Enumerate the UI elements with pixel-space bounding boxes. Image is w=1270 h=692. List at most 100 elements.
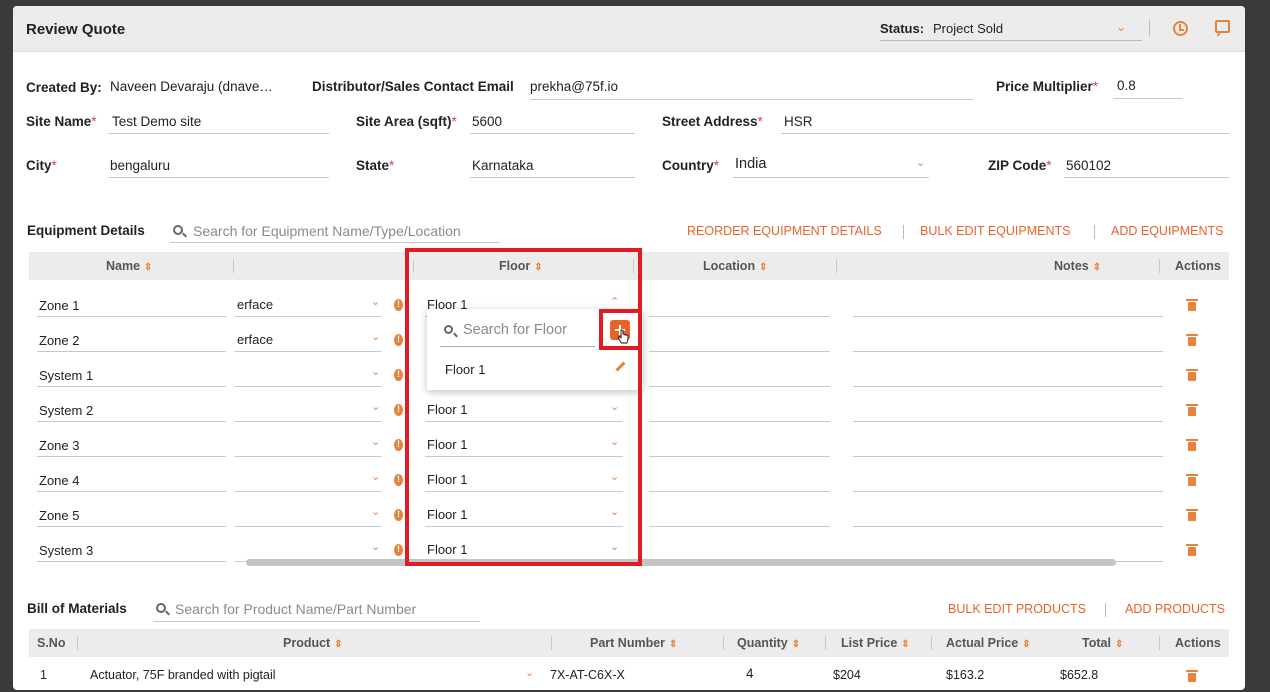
chevron-down-icon[interactable]: ⌄ (371, 365, 380, 378)
site-name-input[interactable]: Test Demo site (112, 114, 201, 129)
bulk-edit-equipments-button[interactable]: BULK EDIT EQUIPMENTS (920, 224, 1071, 238)
bom-list-price: $204 (833, 668, 861, 682)
delete-trash-icon[interactable] (1186, 439, 1198, 451)
reorder-equipment-button[interactable]: REORDER EQUIPMENT DETAILS (687, 224, 882, 238)
equipment-name-input[interactable]: Zone 1 (39, 298, 79, 313)
chevron-down-icon[interactable]: ⌄ (371, 295, 380, 308)
info-icon (394, 509, 403, 521)
equipment-name-input[interactable]: Zone 4 (39, 473, 79, 488)
delete-trash-icon[interactable] (1186, 670, 1198, 682)
column-header-part-number[interactable]: Part Number ⇕ (590, 636, 677, 650)
notes-underline (853, 456, 1163, 457)
bom-quantity-input[interactable]: 4 (746, 666, 754, 681)
column-header-name[interactable]: Name ⇕ (106, 259, 152, 273)
comment-icon[interactable] (1215, 20, 1230, 33)
name-underline (37, 421, 226, 422)
column-header-product[interactable]: Product ⇕ (283, 636, 343, 650)
horizontal-scrollbar[interactable] (246, 559, 1116, 566)
location-underline (649, 351, 830, 352)
country-select[interactable]: India (735, 156, 766, 172)
delete-trash-icon[interactable] (1186, 509, 1198, 521)
column-header-actual-price[interactable]: Actual Price ⇕ (946, 636, 1031, 650)
column-header-total[interactable]: Total ⇕ (1082, 636, 1123, 650)
site-area-input[interactable]: 5600 (472, 114, 502, 129)
chevron-down-icon[interactable]: ⌄ (525, 666, 534, 679)
bulk-edit-products-button[interactable]: BULK EDIT PRODUCTS (948, 602, 1086, 616)
add-equipments-button[interactable]: ADD EQUIPMENTS (1111, 224, 1224, 238)
column-header-actions: Actions (1175, 636, 1221, 650)
column-header-sno: S.No (37, 636, 66, 650)
location-underline (649, 456, 830, 457)
equipment-name-input[interactable]: Zone 2 (39, 333, 79, 348)
type-underline (235, 386, 381, 387)
equipment-search-input[interactable]: Search for Equipment Name/Type/Location (193, 223, 461, 239)
chevron-down-icon[interactable]: ⌄ (371, 400, 380, 413)
chevron-down-icon[interactable]: ⌄ (371, 435, 380, 448)
status-select[interactable]: Project Sold (933, 21, 1003, 36)
chevron-down-icon[interactable]: ⌄ (916, 156, 925, 169)
equipment-name-input[interactable]: Zone 3 (39, 438, 79, 453)
delete-trash-icon[interactable] (1186, 404, 1198, 416)
city-label: City* (26, 158, 57, 173)
column-header-quantity[interactable]: Quantity ⇕ (737, 636, 800, 650)
equipment-type-select[interactable]: erface (237, 332, 273, 347)
delete-trash-icon[interactable] (1186, 369, 1198, 381)
country-underline (733, 177, 929, 178)
zip-code-underline (1064, 177, 1229, 178)
notes-underline (853, 491, 1163, 492)
name-underline (37, 561, 226, 562)
name-underline (37, 351, 226, 352)
site-area-underline (470, 133, 635, 134)
add-products-button[interactable]: ADD PRODUCTS (1125, 602, 1225, 616)
notes-underline (853, 351, 1163, 352)
equipment-name-input[interactable]: Zone 5 (39, 508, 79, 523)
city-input[interactable]: bengaluru (110, 158, 170, 173)
column-header-notes[interactable]: Notes ⇕ (1054, 259, 1101, 273)
notes-underline (853, 386, 1163, 387)
bom-sno: 1 (40, 668, 47, 682)
price-multiplier-input[interactable]: 0.8 (1117, 78, 1136, 93)
title-bar: Review Quote Status: Project Sold ⌄ (13, 6, 1245, 52)
name-underline (37, 386, 226, 387)
chevron-down-icon[interactable]: ⌄ (371, 330, 380, 343)
column-header-location[interactable]: Location ⇕ (703, 259, 767, 273)
delete-trash-icon[interactable] (1186, 299, 1198, 311)
divider (551, 636, 552, 650)
zip-code-input[interactable]: 560102 (1066, 158, 1111, 173)
country-label: Country* (662, 158, 720, 173)
chevron-down-icon[interactable]: ⌄ (371, 540, 380, 553)
divider (825, 636, 826, 650)
column-header-actions: Actions (1175, 259, 1221, 273)
site-name-label: Site Name* (26, 114, 97, 129)
floor-column-highlight (405, 248, 642, 566)
column-header-list-price[interactable]: List Price ⇕ (841, 636, 910, 650)
delete-trash-icon[interactable] (1186, 334, 1198, 346)
info-icon (394, 299, 403, 311)
delete-trash-icon[interactable] (1186, 474, 1198, 486)
delete-trash-icon[interactable] (1186, 544, 1198, 556)
street-address-input[interactable]: HSR (784, 114, 813, 129)
search-icon (173, 225, 183, 235)
product-search-input[interactable]: Search for Product Name/Part Number (175, 601, 416, 617)
bom-table-header: S.No Product ⇕ Part Number ⇕ Quantity ⇕ Lis… (29, 629, 1229, 657)
distributor-email-label: Distributor/Sales Contact Email (312, 79, 514, 94)
type-underline (235, 316, 381, 317)
chevron-down-icon[interactable]: ⌄ (371, 470, 380, 483)
created-by-label: Created By: (26, 80, 102, 95)
chevron-down-icon[interactable]: ⌄ (371, 505, 380, 518)
equipment-type-select[interactable]: erface (237, 297, 273, 312)
bom-product-select[interactable]: Actuator, 75F branded with pigtail (90, 668, 276, 682)
state-input[interactable]: Karnataka (472, 158, 534, 173)
equipment-name-input[interactable]: System 2 (39, 403, 93, 418)
street-address-underline (781, 133, 1229, 134)
equipment-name-input[interactable]: System 3 (39, 543, 93, 558)
street-address-label: Street Address* (662, 114, 763, 129)
bom-total: $652.8 (1060, 668, 1099, 682)
chevron-down-icon[interactable]: ⌄ (1116, 20, 1126, 34)
equipment-details-title: Equipment Details (27, 223, 145, 238)
state-underline (470, 177, 635, 178)
history-clock-icon[interactable] (1173, 21, 1188, 36)
notes-underline (853, 526, 1163, 527)
distributor-email-underline (530, 99, 973, 100)
equipment-name-input[interactable]: System 1 (39, 368, 93, 383)
